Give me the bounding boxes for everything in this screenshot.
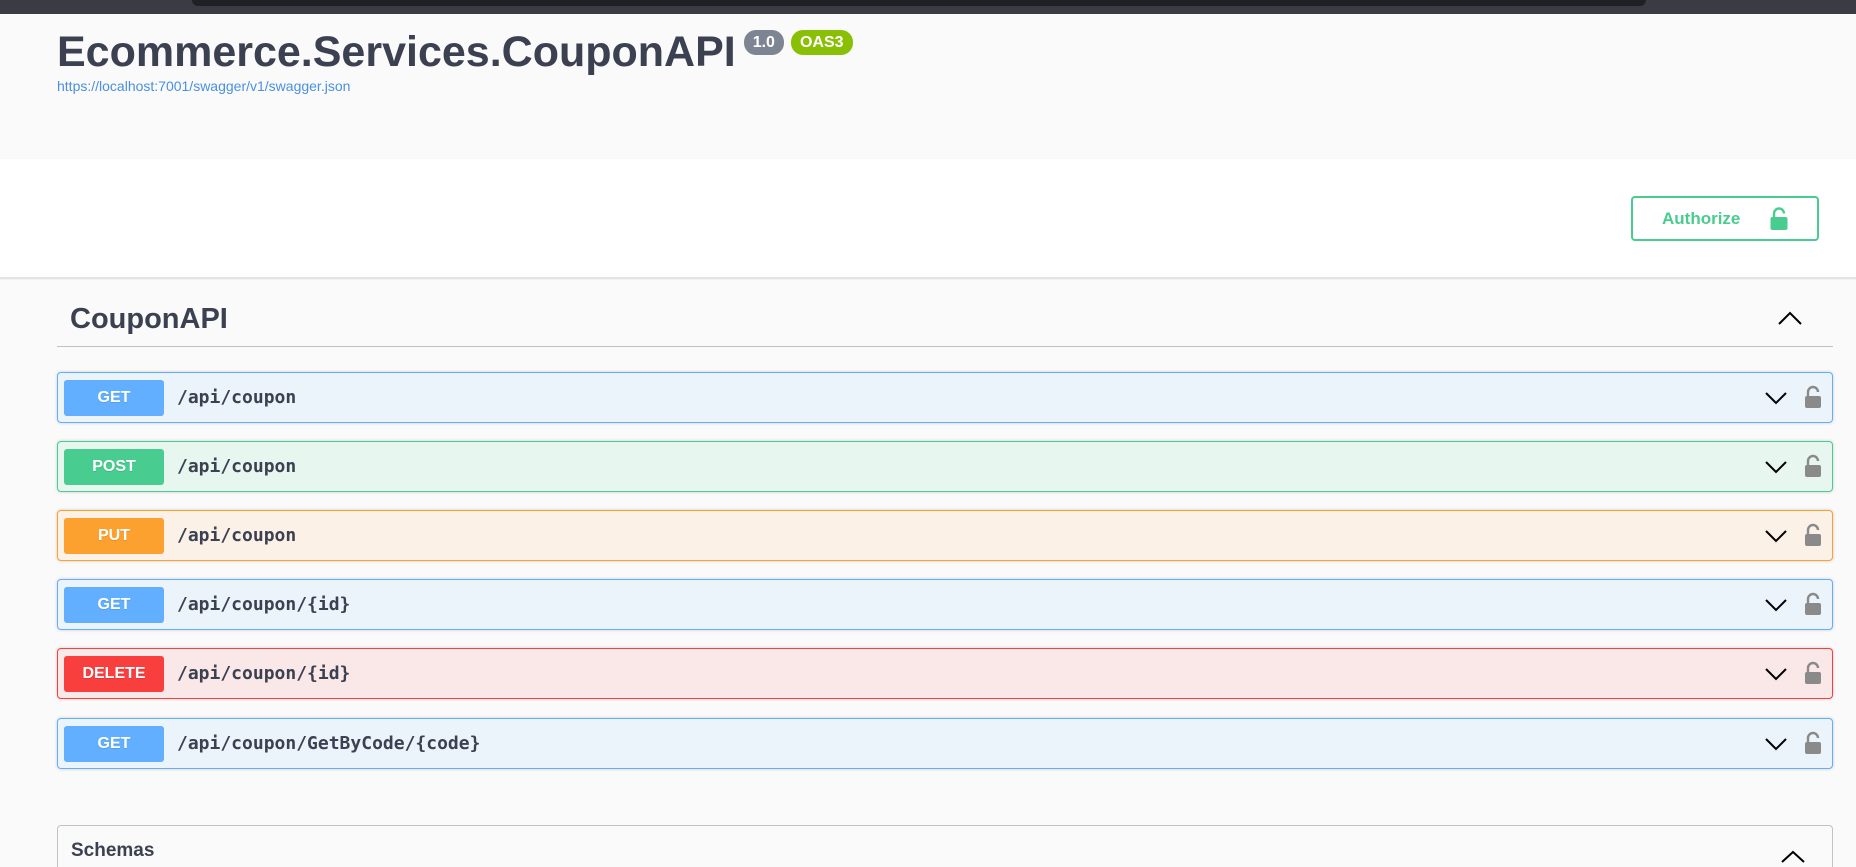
lock-icon[interactable] <box>1803 385 1823 409</box>
top-bar-handle <box>192 0 1646 6</box>
operation-path: /api/coupon/{id} <box>177 663 351 684</box>
browser-top-bar <box>0 0 1856 14</box>
chevron-down-icon[interactable] <box>1764 596 1788 614</box>
operation-block[interactable]: GET/api/coupon/{id} <box>57 579 1833 630</box>
method-badge: DELETE <box>64 655 164 692</box>
lock-icon[interactable] <box>1803 454 1823 478</box>
title-row: Ecommerce.Services.CouponAPI 1.0 OAS3 <box>57 22 853 82</box>
oas-badge: OAS3 <box>790 30 853 55</box>
operation-path: /api/coupon/{id} <box>177 594 351 615</box>
tag-section-header[interactable]: CouponAPI <box>57 293 1833 347</box>
operation-block[interactable]: PUT/api/coupon <box>57 510 1833 561</box>
method-badge: GET <box>64 379 164 416</box>
operation-block[interactable]: DELETE/api/coupon/{id} <box>57 648 1833 699</box>
lock-icon[interactable] <box>1803 661 1823 685</box>
schemas-section[interactable]: Schemas <box>57 825 1833 867</box>
spec-url-link[interactable]: https://localhost:7001/swagger/v1/swagge… <box>57 78 350 94</box>
version-badge: 1.0 <box>743 30 784 55</box>
authorize-label: Authorize <box>1662 208 1741 228</box>
lock-icon[interactable] <box>1803 592 1823 616</box>
chevron-up-icon[interactable] <box>1777 309 1803 329</box>
operation-block[interactable]: GET/api/coupon <box>57 372 1833 423</box>
operations-area: CouponAPI GET/api/coupon POST/api/coupon P… <box>0 281 1856 867</box>
api-info-section: Ecommerce.Services.CouponAPI 1.0 OAS3 ht… <box>0 14 1856 159</box>
schemas-title: Schemas <box>71 840 155 861</box>
chevron-down-icon[interactable] <box>1764 527 1788 545</box>
chevron-down-icon[interactable] <box>1764 458 1788 476</box>
lock-icon[interactable] <box>1803 523 1823 547</box>
operation-path: /api/coupon <box>177 387 297 408</box>
operation-path: /api/coupon <box>177 525 297 546</box>
operation-path: /api/coupon/GetByCode/{code} <box>177 733 481 754</box>
authorize-button[interactable]: Authorize <box>1631 196 1819 241</box>
operation-block[interactable]: POST/api/coupon <box>57 441 1833 492</box>
operation-path: /api/coupon <box>177 456 297 477</box>
api-title: Ecommerce.Services.CouponAPI <box>57 28 736 76</box>
tag-title: CouponAPI <box>70 303 228 335</box>
method-badge: GET <box>64 586 164 623</box>
chevron-down-icon[interactable] <box>1764 735 1788 753</box>
unlock-icon <box>1770 207 1788 230</box>
method-badge: POST <box>64 448 164 485</box>
operation-block[interactable]: GET/api/coupon/GetByCode/{code} <box>57 718 1833 769</box>
chevron-down-icon[interactable] <box>1764 389 1788 407</box>
chevron-down-icon[interactable] <box>1764 665 1788 683</box>
method-badge: GET <box>64 725 164 762</box>
lock-icon[interactable] <box>1803 731 1823 755</box>
chevron-up-icon[interactable] <box>1780 848 1806 866</box>
scheme-container: Authorize <box>0 159 1856 279</box>
method-badge: PUT <box>64 517 164 554</box>
